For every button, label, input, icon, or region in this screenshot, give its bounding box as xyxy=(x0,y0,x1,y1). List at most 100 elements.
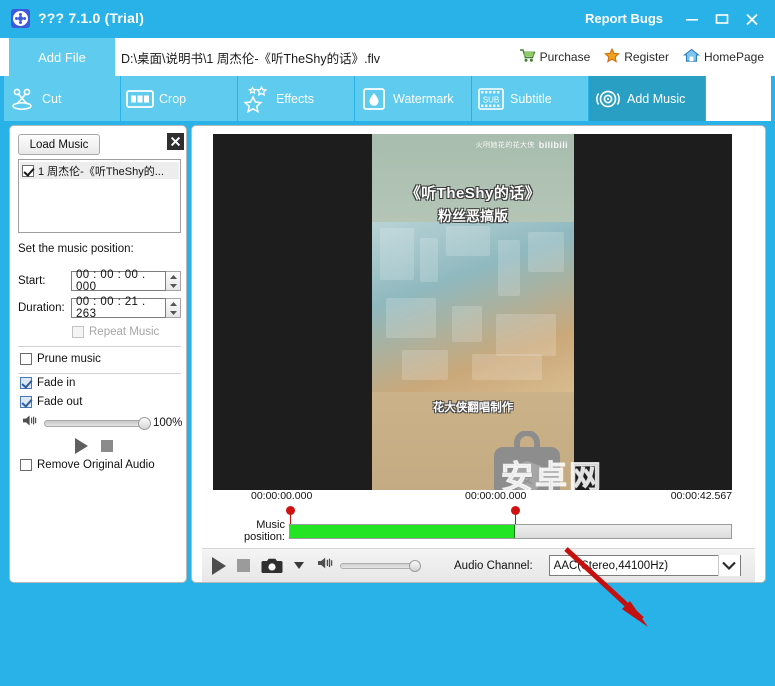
cart-icon xyxy=(519,48,536,66)
tab-cut[interactable]: Cut xyxy=(4,76,121,121)
timeline-time-labels: 00:00:00.000 00:00:00.000 00:00:42.567 xyxy=(213,490,732,504)
brand-text: 火咧她花的花大侠 xyxy=(475,142,535,149)
fade-in-checkbox[interactable] xyxy=(20,377,32,389)
disc-icon xyxy=(589,86,627,112)
file-path-field[interactable]: D:\桌面\说明书\1 周杰伦-《听TheShy的话》.flv xyxy=(115,38,520,76)
timeline-marker-start[interactable] xyxy=(286,506,295,530)
window-title: ??? 7.1.0 (Trial) xyxy=(38,10,145,26)
speaker-icon xyxy=(22,414,39,432)
remove-original-audio-checkbox[interactable] xyxy=(20,459,32,471)
player-control-bar: Audio Channel: AAC(Stereo,44100Hz) xyxy=(202,549,755,582)
tab-crop-label: Crop xyxy=(159,91,187,106)
report-bugs-link[interactable]: Report Bugs xyxy=(585,11,663,26)
prune-music-checkbox[interactable] xyxy=(20,353,32,365)
preview-volume-control[interactable] xyxy=(317,556,421,575)
tab-watermark[interactable]: Watermark xyxy=(355,76,472,121)
music-transport-controls xyxy=(75,438,113,454)
prune-music-checkbox-row[interactable]: Prune music xyxy=(20,353,101,365)
bilibili-logo: bilibili xyxy=(538,140,568,150)
purchase-link[interactable]: Purchase xyxy=(514,48,596,66)
music-position-label: Music position: xyxy=(244,519,285,543)
tab-add-music-label: Add Music xyxy=(627,91,686,106)
caret-down-icon[interactable] xyxy=(294,562,304,569)
list-item[interactable]: 1 周杰伦-《听TheShy的... xyxy=(20,162,179,179)
music-position-track[interactable] xyxy=(289,523,732,539)
start-label: Start: xyxy=(18,275,46,287)
fade-in-checkbox-row[interactable]: Fade in xyxy=(20,377,75,389)
stop-icon[interactable] xyxy=(101,440,113,452)
tab-add-music[interactable]: Add Music xyxy=(589,76,706,121)
add-file-button[interactable]: Add File xyxy=(9,38,115,76)
tab-watermark-label: Watermark xyxy=(393,91,454,106)
audio-channel-label: Audio Channel: xyxy=(454,559,533,572)
start-time-input[interactable]: 00 : 00 : 00 . 000 xyxy=(71,269,166,293)
maximize-button[interactable] xyxy=(709,8,735,30)
prune-music-label: Prune music xyxy=(37,353,101,365)
preview-volume-knob[interactable] xyxy=(409,559,421,572)
preview-volume-slider[interactable] xyxy=(340,559,421,572)
music-volume-control[interactable]: 100% xyxy=(22,414,183,432)
close-icon[interactable] xyxy=(167,133,184,150)
timeline-start-time: 00:00:00.000 xyxy=(251,490,313,502)
scissors-icon xyxy=(4,86,42,112)
minimize-button[interactable] xyxy=(679,8,705,30)
close-button[interactable] xyxy=(739,8,765,30)
timeline-mid-time: 00:00:00.000 xyxy=(465,490,527,502)
music-volume-slider[interactable] xyxy=(44,416,151,430)
main-body: Load Music 1 周杰伦-《听TheShy的... Set the mu… xyxy=(0,121,775,594)
video-title-line1: 《听TheShy的话》 xyxy=(405,185,541,202)
audio-channel-select[interactable]: AAC(Stereo,44100Hz) xyxy=(548,555,741,576)
chevron-down-icon[interactable] xyxy=(717,555,740,576)
tab-crop[interactable]: Crop xyxy=(121,76,238,121)
duration-stepper[interactable] xyxy=(166,298,181,318)
repeat-music-checkbox[interactable] xyxy=(72,326,84,338)
crop-frame-icon xyxy=(121,88,159,110)
remove-original-audio-label: Remove Original Audio xyxy=(37,459,155,471)
fade-out-checkbox[interactable] xyxy=(20,396,32,408)
register-label: Register xyxy=(624,50,669,64)
top-links: Purchase Register HomePage xyxy=(514,38,769,76)
homepage-label: HomePage xyxy=(703,50,764,64)
video-preview[interactable]: 火咧她花的花大侠 bilibili 《听TheShy的话》 粉丝恶搞版 花大侠翻… xyxy=(213,134,732,490)
homepage-link[interactable]: HomePage xyxy=(678,48,769,66)
title-bar: ??? 7.1.0 (Trial) Report Bugs xyxy=(0,0,775,38)
camera-icon[interactable] xyxy=(261,558,283,574)
play-icon[interactable] xyxy=(212,556,226,575)
video-title-line2: 粉丝恶搞版 xyxy=(438,208,508,224)
tab-cut-label: Cut xyxy=(42,91,62,106)
fade-out-checkbox-row[interactable]: Fade out xyxy=(20,396,82,408)
duration-input[interactable]: 00 : 00 : 21 . 263 xyxy=(71,296,166,320)
tab-effects-label: Effects xyxy=(276,91,314,106)
register-link[interactable]: Register xyxy=(599,47,674,66)
repeat-music-checkbox-row[interactable]: Repeat Music xyxy=(72,326,159,338)
music-item-checkbox[interactable] xyxy=(22,164,34,177)
play-icon[interactable] xyxy=(75,438,88,454)
stars-icon xyxy=(238,85,276,113)
timeline-end-time: 00:00:42.567 xyxy=(670,490,732,502)
stop-icon[interactable] xyxy=(237,559,250,572)
music-list[interactable]: 1 周杰伦-《听TheShy的... xyxy=(18,159,181,233)
svg-text:安: 安 xyxy=(520,471,533,486)
fade-out-label: Fade out xyxy=(37,396,83,408)
app-logo-icon xyxy=(11,9,30,28)
sub-film-icon: SUB xyxy=(472,87,510,111)
speaker-icon xyxy=(317,556,335,575)
tab-subtitle-label: Subtitle xyxy=(510,91,552,106)
video-credit-text: 花大侠翻唱制作 xyxy=(432,402,514,414)
load-music-button[interactable]: Load Music xyxy=(18,134,100,155)
tab-subtitle[interactable]: SUB Subtitle xyxy=(472,76,589,121)
divider-2 xyxy=(18,373,181,374)
tab-bar-filler xyxy=(706,76,771,121)
tab-effects[interactable]: Effects xyxy=(238,76,355,121)
home-icon xyxy=(682,48,701,66)
music-position-fill xyxy=(290,524,515,538)
application-window: ??? 7.1.0 (Trial) Report Bugs Add File D… xyxy=(0,0,775,686)
remove-original-audio-row[interactable]: Remove Original Audio xyxy=(20,459,155,471)
music-item-label: 1 周杰伦-《听TheShy的... xyxy=(38,165,164,178)
music-volume-knob[interactable] xyxy=(138,416,151,430)
audio-channel-value: AAC(Stereo,44100Hz) xyxy=(553,559,669,572)
music-volume-value: 100% xyxy=(153,417,183,429)
start-time-stepper[interactable] xyxy=(166,271,181,291)
svg-text:SUB: SUB xyxy=(483,95,499,104)
timeline-marker-end[interactable] xyxy=(511,506,520,530)
